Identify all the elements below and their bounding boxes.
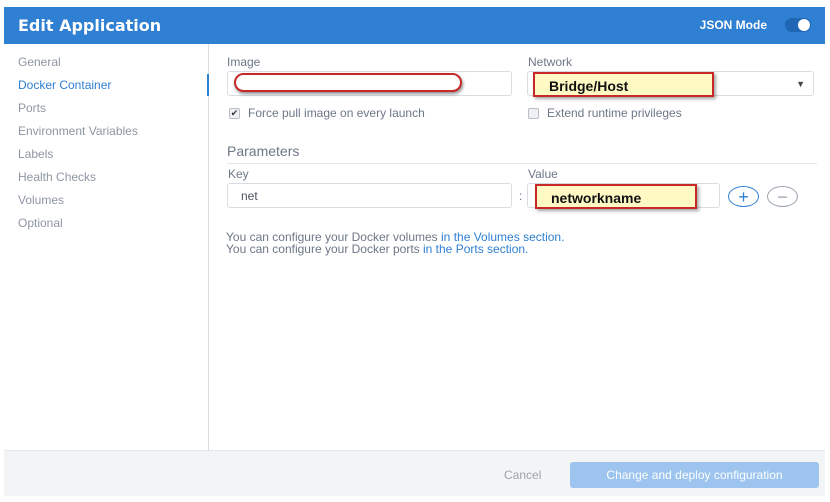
value-label: Value [528, 167, 558, 181]
remove-parameter-button[interactable]: − [767, 186, 798, 207]
modal-footer: Cancel Change and deploy configuration [4, 450, 825, 496]
extend-privileges-checkbox-row[interactable]: Extend runtime privileges [528, 106, 682, 120]
modal-title: Edit Application [18, 16, 162, 35]
sidebar-item-volumes[interactable]: Volumes [18, 193, 64, 207]
force-pull-checkbox-row[interactable]: ✔ Force pull image on every launch [229, 106, 425, 120]
param-key-input[interactable]: net [227, 183, 512, 208]
deploy-button[interactable]: Change and deploy configuration [570, 462, 819, 488]
sidebar-nav: General Docker Container Ports Environme… [4, 44, 209, 450]
image-label: Image [227, 55, 261, 69]
sidebar-item-environment-variables[interactable]: Environment Variables [18, 124, 138, 138]
key-value-separator: : [519, 189, 523, 203]
sidebar-item-health-checks[interactable]: Health Checks [18, 170, 96, 184]
parameters-title: Parameters [227, 143, 300, 159]
param-value-highlight: networkname [535, 184, 697, 209]
sidebar-item-optional[interactable]: Optional [18, 216, 63, 230]
key-label: Key [228, 167, 249, 181]
ports-section-link[interactable]: in the Ports section. [423, 242, 528, 256]
extend-privileges-label: Extend runtime privileges [547, 106, 682, 120]
parameters-divider [227, 163, 817, 164]
param-key-value: net [241, 189, 258, 203]
deploy-button-label: Change and deploy configuration [606, 468, 783, 482]
active-indicator [207, 74, 209, 96]
add-parameter-button[interactable]: + [728, 186, 759, 207]
force-pull-checkbox[interactable]: ✔ [229, 107, 240, 119]
sidebar-item-ports[interactable]: Ports [18, 101, 46, 115]
network-value-highlight: Bridge/Host [533, 72, 714, 97]
sidebar-item-general[interactable]: General [18, 55, 61, 69]
network-label: Network [528, 55, 573, 69]
plus-icon: + [738, 186, 749, 207]
sidebar-item-labels[interactable]: Labels [18, 147, 53, 161]
ports-info: You can configure your Docker ports in t… [226, 242, 529, 256]
force-pull-label: Force pull image on every launch [248, 106, 425, 120]
param-value: networkname [551, 190, 642, 206]
image-highlight-oval [234, 73, 462, 92]
toggle-knob [798, 19, 810, 31]
cancel-button[interactable]: Cancel [504, 468, 541, 482]
json-mode-toggle[interactable] [785, 18, 811, 32]
sidebar-item-docker-container[interactable]: Docker Container [18, 78, 111, 92]
extend-privileges-checkbox[interactable] [528, 107, 539, 119]
modal-header: Edit Application JSON Mode [4, 7, 825, 44]
network-value: Bridge/Host [549, 78, 629, 94]
chevron-down-icon: ▼ [796, 79, 805, 89]
json-mode-label: JSON Mode [699, 18, 767, 32]
minus-icon: − [777, 186, 788, 207]
